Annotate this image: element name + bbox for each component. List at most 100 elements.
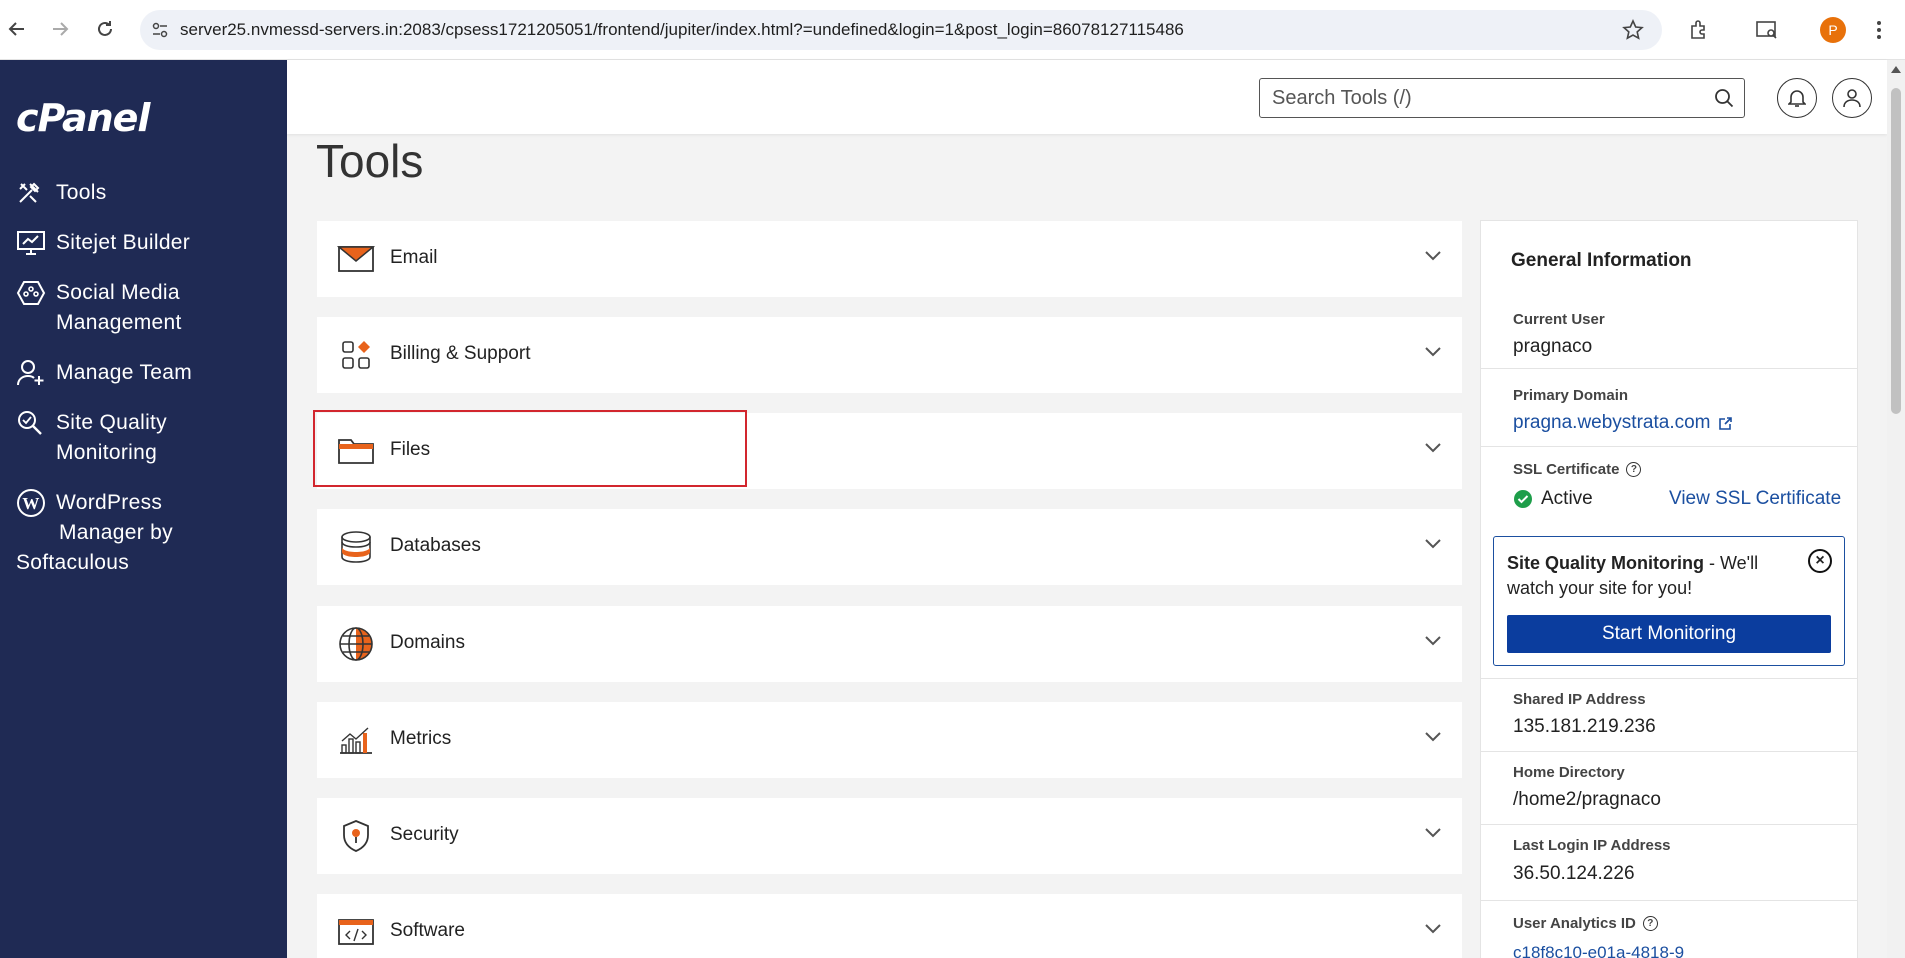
sidebar-item-site-quality[interactable]: Site Quality Monitoring — [16, 408, 167, 468]
shared-ip-label: Shared IP Address — [1513, 691, 1646, 708]
check-circle-icon — [1514, 490, 1532, 508]
analytics-id-value[interactable]: c18f8c10-e01a-4818-9 — [1513, 943, 1684, 958]
section-label: Domains — [390, 632, 465, 653]
help-icon[interactable]: ? — [1642, 916, 1658, 931]
back-button[interactable] — [2, 14, 32, 44]
section-label: Billing & Support — [390, 343, 531, 364]
start-monitoring-button[interactable]: Start Monitoring — [1507, 615, 1831, 653]
promo-text: Site Quality Monitoring - We'll watch yo… — [1507, 553, 1759, 598]
sidebar-item-social-media[interactable]: Social Media Management — [16, 278, 182, 338]
profile-avatar[interactable]: P — [1818, 15, 1848, 45]
chevron-down-icon[interactable] — [1424, 345, 1442, 363]
chevron-down-icon[interactable] — [1424, 634, 1442, 652]
arrow-left-icon — [8, 22, 24, 36]
analytics-label: User Analytics ID ? — [1513, 915, 1658, 932]
ssl-status: Active — [1513, 488, 1593, 510]
chevron-down-icon[interactable] — [1424, 922, 1442, 940]
database-icon — [337, 528, 375, 566]
section-label: Security — [390, 824, 459, 845]
chevron-down-icon[interactable] — [1424, 441, 1442, 459]
section-label: Software — [390, 920, 465, 941]
page-title: Tools — [316, 135, 424, 187]
home-directory-label: Home Directory — [1513, 764, 1625, 781]
globe-icon — [337, 625, 375, 663]
tab-search-icon[interactable] — [1752, 15, 1782, 45]
user-account-button[interactable] — [1832, 78, 1872, 118]
sidebar-item-label-2: Management — [56, 311, 182, 334]
chevron-down-icon[interactable] — [1424, 730, 1442, 748]
browser-toolbar: server25.nvmessd-servers.in:2083/cpsess1… — [0, 0, 1905, 60]
panel-title: General Information — [1511, 250, 1692, 271]
current-user-value: pragnaco — [1513, 336, 1593, 357]
close-icon[interactable]: × — [1808, 549, 1832, 573]
bell-icon — [1788, 90, 1806, 107]
user-plus-icon — [16, 358, 48, 388]
sidebar-item-sitejet-builder[interactable]: Sitejet Builder — [16, 228, 190, 258]
help-icon[interactable]: ? — [1626, 462, 1642, 477]
sidebar-item-label-2: Manager by — [59, 521, 173, 544]
external-link-icon — [1718, 416, 1732, 430]
ssl-row: SSL Certificate ? Active View SSL Certif… — [1481, 447, 1857, 525]
primary-domain-link[interactable]: pragna.webystrata.com — [1513, 412, 1733, 434]
reload-icon — [98, 21, 112, 36]
code-window-icon — [337, 913, 375, 951]
sidebar-item-tools[interactable]: Tools — [16, 178, 107, 208]
current-user-label: Current User — [1513, 311, 1605, 328]
last-login-value: 36.50.124.226 — [1513, 863, 1635, 884]
sidebar: cPanel Tools Sitejet Builder Social Medi… — [0, 60, 287, 958]
user-icon — [1843, 89, 1861, 108]
section-domains[interactable]: Domains — [317, 606, 1462, 682]
section-email[interactable]: Email — [317, 221, 1462, 297]
section-label: Metrics — [390, 728, 452, 749]
extensions-icon[interactable] — [1684, 15, 1714, 45]
search-input[interactable] — [1272, 86, 1692, 110]
social-icon — [16, 278, 48, 308]
cpanel-logo[interactable]: cPanel — [16, 96, 150, 140]
browser-menu-icon[interactable] — [1864, 15, 1894, 45]
shared-ip-row: Shared IP Address 135.181.219.236 — [1481, 679, 1857, 752]
section-billing-support[interactable]: Billing & Support — [317, 317, 1462, 393]
billing-icon — [337, 336, 375, 374]
sidebar-item-wordpress-line2[interactable]: Manager by — [59, 518, 173, 548]
sidebar-item-manage-team[interactable]: Manage Team — [16, 358, 192, 388]
section-metrics[interactable]: Metrics — [317, 702, 1462, 778]
search-tools-box[interactable] — [1259, 78, 1745, 118]
sidebar-item-wordpress-manager[interactable]: W WordPress — [16, 488, 162, 518]
scroll-up-arrow-icon[interactable] — [1891, 66, 1901, 73]
search-icon[interactable] — [1714, 88, 1734, 113]
section-databases[interactable]: Databases — [317, 509, 1462, 585]
scroll-thumb[interactable] — [1891, 88, 1901, 414]
section-label: Files — [390, 439, 431, 460]
shared-ip-value: 135.181.219.236 — [1513, 716, 1656, 737]
sidebar-item-label-3: Softaculous — [16, 551, 130, 574]
section-label: Email — [390, 247, 438, 268]
envelope-icon — [337, 240, 375, 278]
notifications-button[interactable] — [1777, 78, 1817, 118]
chevron-down-icon[interactable] — [1424, 826, 1442, 844]
ssl-label: SSL Certificate ? — [1513, 461, 1642, 478]
svg-text:W: W — [22, 494, 39, 513]
current-user-row: Current User pragnaco — [1481, 293, 1857, 369]
forward-button[interactable] — [45, 14, 75, 44]
address-bar[interactable]: server25.nvmessd-servers.in:2083/cpsess1… — [140, 10, 1662, 50]
section-files[interactable]: Files — [317, 413, 1462, 489]
primary-domain-label: Primary Domain — [1513, 387, 1629, 404]
last-login-row: Last Login IP Address 36.50.124.226 — [1481, 825, 1857, 901]
home-directory-value: /home2/pragnaco — [1513, 789, 1661, 810]
view-ssl-link[interactable]: View SSL Certificate — [1669, 488, 1841, 510]
chevron-down-icon[interactable] — [1424, 537, 1442, 555]
section-security[interactable]: Security — [317, 798, 1462, 874]
reload-button[interactable] — [90, 14, 120, 44]
sidebar-item-wordpress-line3[interactable]: Softaculous — [16, 548, 129, 578]
page-scrollbar[interactable] — [1887, 60, 1905, 958]
analytics-row: User Analytics ID ? c18f8c10-e01a-4818-9 — [1481, 901, 1857, 958]
magnifier-icon — [16, 408, 48, 438]
site-info-icon[interactable] — [140, 21, 180, 39]
section-software[interactable]: Software — [317, 894, 1462, 958]
arrow-right-icon — [53, 22, 69, 36]
sidebar-item-label: WordPress — [56, 491, 163, 514]
sidebar-item-label: Site Quality — [56, 411, 167, 434]
chevron-down-icon[interactable] — [1424, 249, 1442, 267]
general-information-panel: General Information Current User pragnac… — [1480, 220, 1858, 958]
bookmark-star-icon[interactable] — [1622, 19, 1644, 46]
